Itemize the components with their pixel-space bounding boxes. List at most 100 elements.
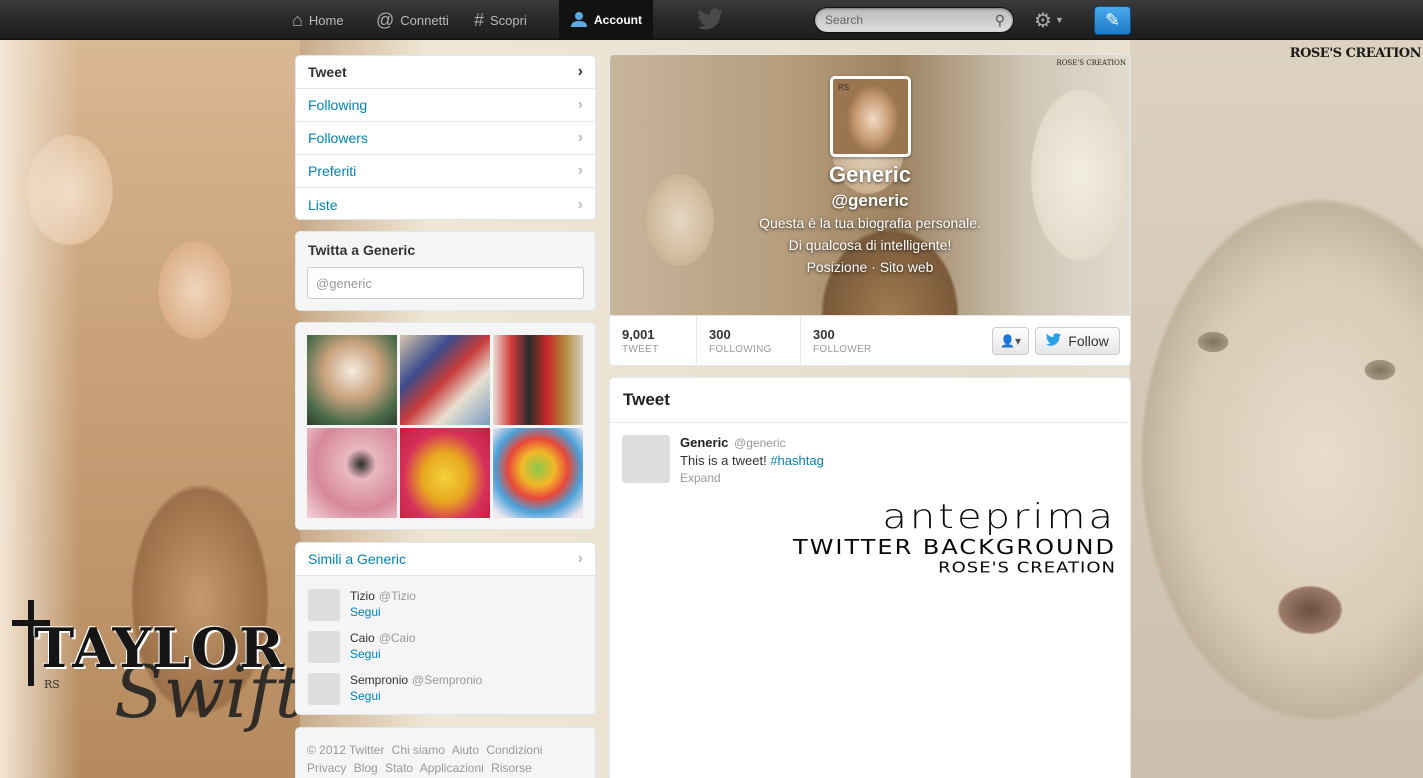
menu-item-followers[interactable]: Followers › <box>296 122 595 155</box>
taylor-swift-logo: Swift TAYLOR RS <box>12 600 304 778</box>
stat-tweets[interactable]: 9,001 TWEET <box>610 316 697 365</box>
similar-user-handle: @Sempronio <box>412 673 483 687</box>
tweet-to-module: Twitta a Generic <box>295 231 596 311</box>
profile-nav-menu: Tweet › Following › Followers › Preferit… <box>295 55 596 220</box>
menu-item-label: Followers <box>308 130 368 146</box>
user-actions-button[interactable]: 👤▾ <box>992 327 1029 355</box>
gallery-thumbnail[interactable] <box>400 428 490 518</box>
chevron-right-icon: › <box>577 63 583 80</box>
follow-link[interactable]: Segui <box>350 689 381 703</box>
nav-connetti[interactable]: @ Connetti <box>366 0 459 40</box>
avatar[interactable] <box>308 589 340 621</box>
search-input[interactable] <box>825 12 985 28</box>
avatar[interactable] <box>622 435 670 483</box>
profile-handle: @generic <box>831 191 909 210</box>
chevron-right-icon: › <box>577 129 583 146</box>
user-dropdown-icon: 👤▾ <box>1000 334 1021 348</box>
profile-bio-line: Di qualcosa di intelligente! <box>788 237 952 253</box>
preview-line-1: anteprima <box>882 497 1116 537</box>
chevron-right-icon: › <box>577 550 583 567</box>
menu-item-following[interactable]: Following › <box>296 89 595 122</box>
similar-user-handle: @Caio <box>378 631 416 645</box>
menu-item-label: Preferiti <box>308 163 357 179</box>
nav-account-label: Account <box>594 13 642 27</box>
user-icon <box>570 11 588 30</box>
menu-item-liste[interactable]: Liste › <box>296 188 595 219</box>
footer-links: © 2012 Twitter Chi siamo Aiuto Condizion… <box>295 727 596 778</box>
tweet-to-input[interactable] <box>307 267 584 299</box>
watermark-logo: ROSE'S CREATION <box>1289 46 1422 61</box>
tweet-author-handle: @generic <box>734 436 786 450</box>
home-icon: ⌂ <box>292 10 303 30</box>
profile-avatar[interactable]: RS <box>830 76 911 157</box>
footer-copyright: © 2012 Twitter <box>307 743 385 757</box>
twitter-bird-icon[interactable] <box>698 8 724 30</box>
avatar[interactable] <box>308 673 340 705</box>
tweet-text-line: This is a tweet! #hashtag <box>680 453 824 468</box>
tweet-expand-link[interactable]: Expand <box>680 471 721 485</box>
stat-value: 300 <box>813 327 835 342</box>
preview-line-2: Twitter Background <box>793 535 1116 559</box>
menu-item-label: Liste <box>308 196 338 213</box>
similar-user-name[interactable]: Tizio <box>350 589 375 603</box>
menu-item-tweet[interactable]: Tweet › <box>296 56 595 89</box>
footer-link[interactable]: Condizioni <box>486 743 542 757</box>
menu-item-label: Following <box>308 97 368 113</box>
tweet-author-name[interactable]: Generic <box>680 435 728 450</box>
follow-link[interactable]: Segui <box>350 647 381 661</box>
similar-user-name-line: Sempronio @Sempronio <box>350 673 482 687</box>
menu-item-preferiti[interactable]: Preferiti › <box>296 155 595 188</box>
cover-watermark: ROSE'S CREATION <box>1056 59 1126 67</box>
profile-location-website[interactable]: Posizione · Sito web <box>610 259 1130 275</box>
follow-button[interactable]: Follow <box>1035 327 1120 355</box>
preview-line-3: Rose's Creation <box>938 558 1116 577</box>
footer-link[interactable]: Applicazioni <box>420 761 484 775</box>
settings-menu-button[interactable]: ⚙ ▼ <box>1034 7 1074 33</box>
gear-icon: ⚙ <box>1034 9 1052 32</box>
footer-link[interactable]: Risorse <box>491 761 532 775</box>
profile-cover-image: ROSE'S CREATION RS Generic @generic Ques… <box>610 55 1130 315</box>
compose-tweet-button[interactable]: ✎ <box>1094 6 1131 35</box>
nav-home[interactable]: ⌂ Home <box>282 0 354 40</box>
footer-link[interactable]: Chi siamo <box>392 743 445 757</box>
stat-label: FOLLOWER <box>813 344 872 355</box>
chevron-right-icon: › <box>577 162 583 179</box>
media-gallery <box>295 322 596 530</box>
similar-user-name[interactable]: Sempronio <box>350 673 408 687</box>
tweet-item[interactable]: Generic @generic This is a tweet! #hasht… <box>622 435 1122 485</box>
tweet-author-line: Generic @generic <box>680 435 786 450</box>
profile-stats-bar: 9,001 TWEET 300 FOLLOWING 300 FOLLOWER 👤… <box>610 315 1130 365</box>
footer-link[interactable]: Aiuto <box>452 743 479 757</box>
gallery-thumbnail[interactable] <box>493 428 583 518</box>
similar-user-handle: @Tizio <box>378 589 416 603</box>
stat-following[interactable]: 300 FOLLOWING <box>697 316 801 365</box>
profile-bio-line: Questa è la tua biografia personale. <box>759 215 981 231</box>
stat-label: FOLLOWING <box>709 344 772 355</box>
stream-title: Tweet <box>610 378 1130 423</box>
footer-link[interactable]: Privacy <box>307 761 346 775</box>
footer-link[interactable]: Stato <box>385 761 413 775</box>
follow-link[interactable]: Segui <box>350 605 381 619</box>
follow-button-label: Follow <box>1068 333 1109 349</box>
top-navigation-bar: ⌂ Home @ Connetti # Scopri Account ⚲ ⚙ ▼… <box>0 0 1423 40</box>
chevron-down-icon: ▼ <box>1054 15 1064 25</box>
avatar[interactable] <box>308 631 340 663</box>
profile-header-card: ROSE'S CREATION RS Generic @generic Ques… <box>609 54 1131 366</box>
gallery-thumbnail[interactable] <box>307 335 397 425</box>
nav-scopri[interactable]: # Scopri <box>464 0 537 40</box>
menu-item-label: Tweet <box>308 64 347 80</box>
gallery-thumbnail[interactable] <box>307 428 397 518</box>
twitter-bird-icon <box>1046 333 1062 349</box>
nav-account[interactable]: Account <box>559 0 653 40</box>
hashtag-link[interactable]: #hashtag <box>770 453 824 468</box>
similar-users-header[interactable]: Simili a Generic › <box>296 543 595 576</box>
chevron-right-icon: › <box>577 195 583 213</box>
gallery-thumbnail[interactable] <box>493 335 583 425</box>
chevron-right-icon: › <box>577 96 583 113</box>
similar-user-name[interactable]: Caio <box>350 631 375 645</box>
stat-followers[interactable]: 300 FOLLOWER <box>801 316 905 365</box>
gallery-thumbnail[interactable] <box>400 335 490 425</box>
search-icon[interactable]: ⚲ <box>995 12 1005 29</box>
footer-link[interactable]: Blog <box>354 761 378 775</box>
tweet-text: This is a tweet! <box>680 453 767 468</box>
